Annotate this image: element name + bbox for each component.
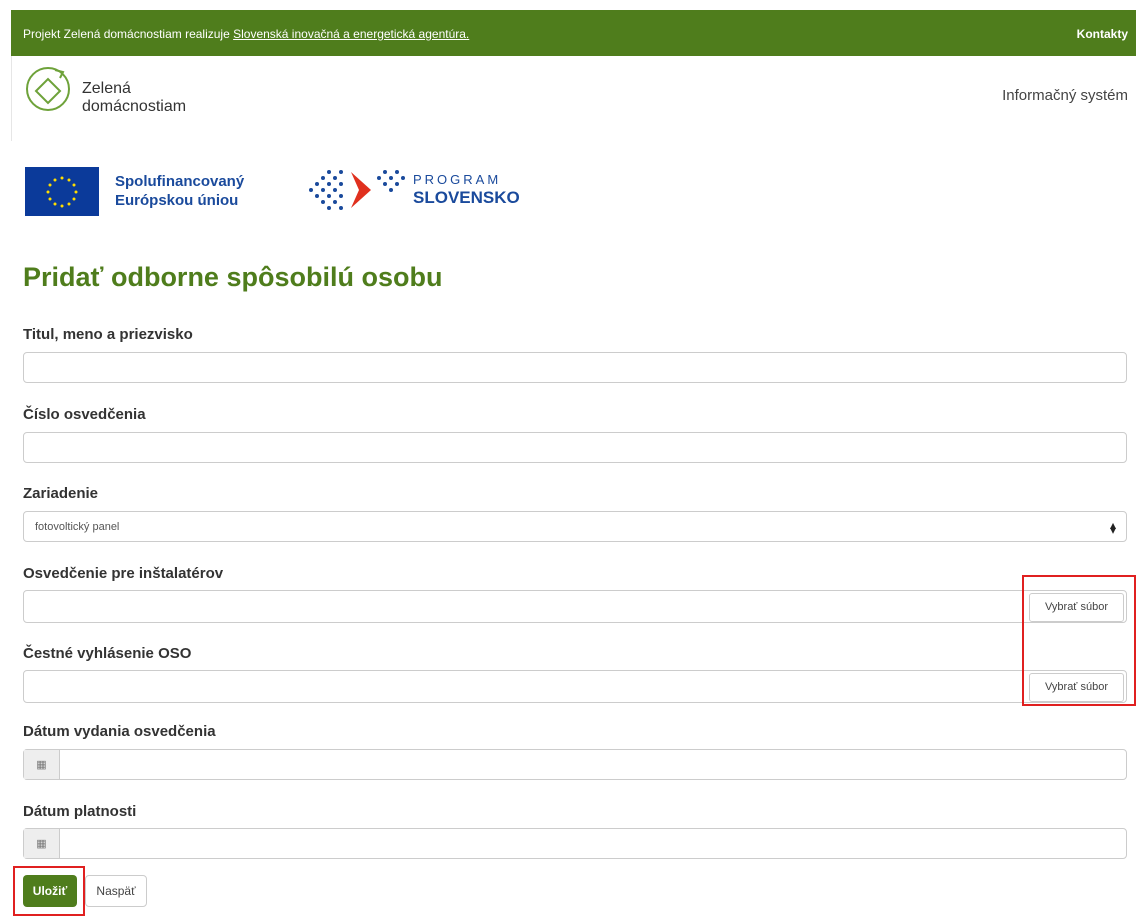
information-system-label[interactable]: Informačný systém	[1002, 87, 1128, 104]
program-slovensko-mark-icon	[301, 162, 411, 218]
site-header: Zelená domácnostiam Informačný systém	[11, 56, 1136, 141]
banner-prefix: Projekt Zelená domácnostiam realizuje	[23, 27, 230, 41]
installer-cert-label: Osvedčenie pre inštalatérov	[23, 565, 224, 582]
banner-message: Projekt Zelená domácnostiam realizuje Sl…	[23, 27, 469, 41]
file-buttons-highlight	[1022, 575, 1136, 706]
validity-date-input[interactable]: ▦	[23, 828, 1127, 859]
device-label: Zariadenie	[23, 485, 99, 502]
issue-date-input[interactable]: ▦	[23, 749, 1127, 780]
save-button-highlight	[13, 866, 85, 916]
logo-line-1: Zelená	[82, 80, 131, 97]
honor-declaration-file-input[interactable]: Vybrať súbor	[23, 670, 1127, 703]
agency-link[interactable]: Slovenská inovačná a energetická agentúr…	[233, 27, 469, 41]
validity-date-label: Dátum platnosti	[23, 803, 137, 820]
name-label: Titul, meno a priezvisko	[23, 326, 193, 343]
house-logo-icon[interactable]	[25, 66, 71, 112]
eu-text-line-1: Spolufinancovaný	[115, 173, 245, 190]
issue-date-label: Dátum vydania osvedčenia	[23, 723, 216, 740]
logo-line-2: domácnostiam	[82, 98, 187, 115]
name-input[interactable]	[23, 352, 1127, 383]
eu-flag-icon	[25, 167, 99, 216]
honor-declaration-label: Čestné vyhlásenie OSO	[23, 645, 192, 662]
contacts-link[interactable]: Kontakty	[1077, 27, 1128, 41]
top-banner: Projekt Zelená domácnostiam realizuje Sl…	[11, 10, 1136, 56]
installer-cert-file-input[interactable]: Vybrať súbor	[23, 590, 1127, 623]
sponsor-logos: Spolufinancovaný Európskou úniou PROGRAM…	[25, 160, 565, 220]
cert-number-input[interactable]	[23, 432, 1127, 463]
calendar-icon[interactable]: ▦	[24, 829, 60, 858]
program-line-1: PROGRAM	[413, 172, 502, 187]
program-line-2: SLOVENSKO	[413, 188, 520, 207]
cert-number-label: Číslo osvedčenia	[23, 406, 146, 423]
calendar-icon[interactable]: ▦	[24, 750, 60, 779]
site-logo-text[interactable]: Zelená domácnostiam	[82, 80, 186, 116]
back-button[interactable]: Naspäť	[85, 875, 147, 907]
eu-text-line-2: Európskou úniou	[115, 192, 239, 209]
device-select[interactable]: fotovoltický panel ▴ ▾	[23, 511, 1127, 542]
page-title: Pridať odborne spôsobilú osobu	[23, 262, 443, 292]
program-slovensko-text: PROGRAM SLOVENSKO	[413, 171, 520, 207]
eu-cofinanced-text: Spolufinancovaný Európskou úniou	[115, 172, 244, 210]
select-arrows-icon: ▴ ▾	[1109, 518, 1116, 537]
device-selected-value: fotovoltický panel	[35, 521, 120, 533]
